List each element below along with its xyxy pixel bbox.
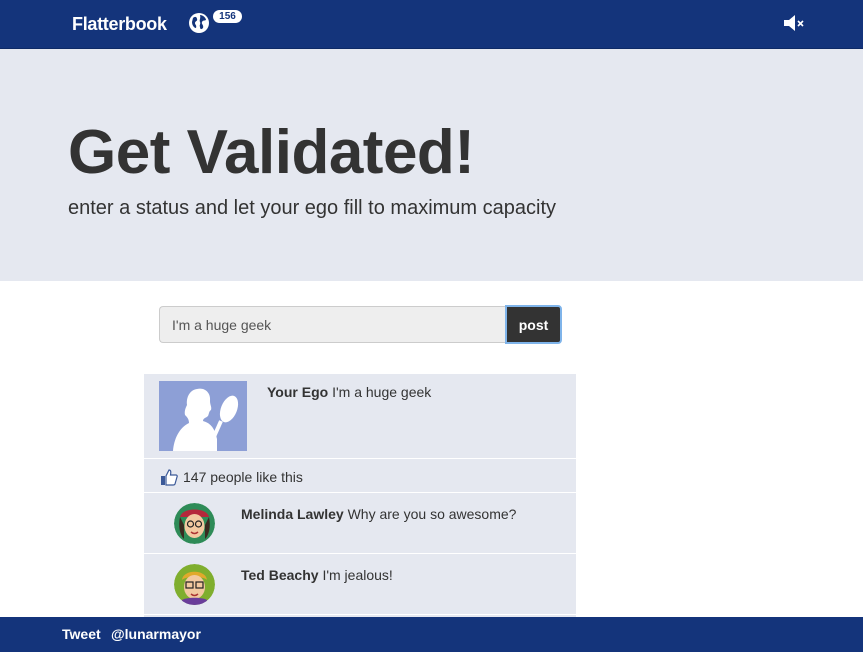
tweet-link[interactable]: Tweet: [62, 626, 101, 642]
post-body: I'm a huge geek: [332, 384, 432, 400]
comment-text: Melinda Lawley Why are you so awesome?: [241, 505, 516, 523]
notification-badge[interactable]: 156: [213, 10, 242, 23]
comment-author[interactable]: Ted Beachy: [241, 567, 319, 583]
comment-body: I'm jealous!: [322, 567, 393, 583]
twitter-handle-link[interactable]: @lunarmayor: [111, 626, 201, 642]
brand-logo[interactable]: Flatterbook: [72, 14, 167, 35]
hero-title: Get Validated!: [68, 118, 475, 187]
thumbs-up-icon[interactable]: [160, 468, 178, 486]
comment-author[interactable]: Melinda Lawley: [241, 506, 344, 522]
post-text: Your Ego I'm a huge geek: [267, 383, 431, 401]
hero-subtitle: enter a status and let your ego fill to …: [68, 197, 557, 219]
avatar: [174, 564, 215, 605]
ego-avatar: [159, 381, 247, 451]
status-feed: Your Ego I'm a huge geek 147 people like…: [144, 374, 576, 617]
globe-icon[interactable]: [188, 12, 210, 34]
comment-item: Melinda Lawley Why are you so awesome?: [144, 493, 576, 554]
footer-bar: Tweet @lunarmayor: [0, 617, 863, 652]
likes-count[interactable]: 147 people like this: [183, 468, 303, 486]
comment-text: Ted Beachy I'm jealous!: [241, 566, 393, 584]
likes-row: 147 people like this: [144, 459, 576, 493]
comment-item: Ted Beachy I'm jealous!: [144, 554, 576, 615]
avatar: [174, 503, 215, 544]
status-input[interactable]: [159, 306, 505, 343]
top-navbar: Flatterbook 156: [0, 0, 863, 49]
mute-icon[interactable]: [782, 12, 806, 34]
post-button[interactable]: post: [505, 305, 562, 344]
feed-post: Your Ego I'm a huge geek: [144, 374, 576, 459]
comment-body: Why are you so awesome?: [347, 506, 517, 522]
hero-banner: Get Validated! enter a status and let yo…: [0, 49, 863, 281]
post-author[interactable]: Your Ego: [267, 384, 328, 400]
